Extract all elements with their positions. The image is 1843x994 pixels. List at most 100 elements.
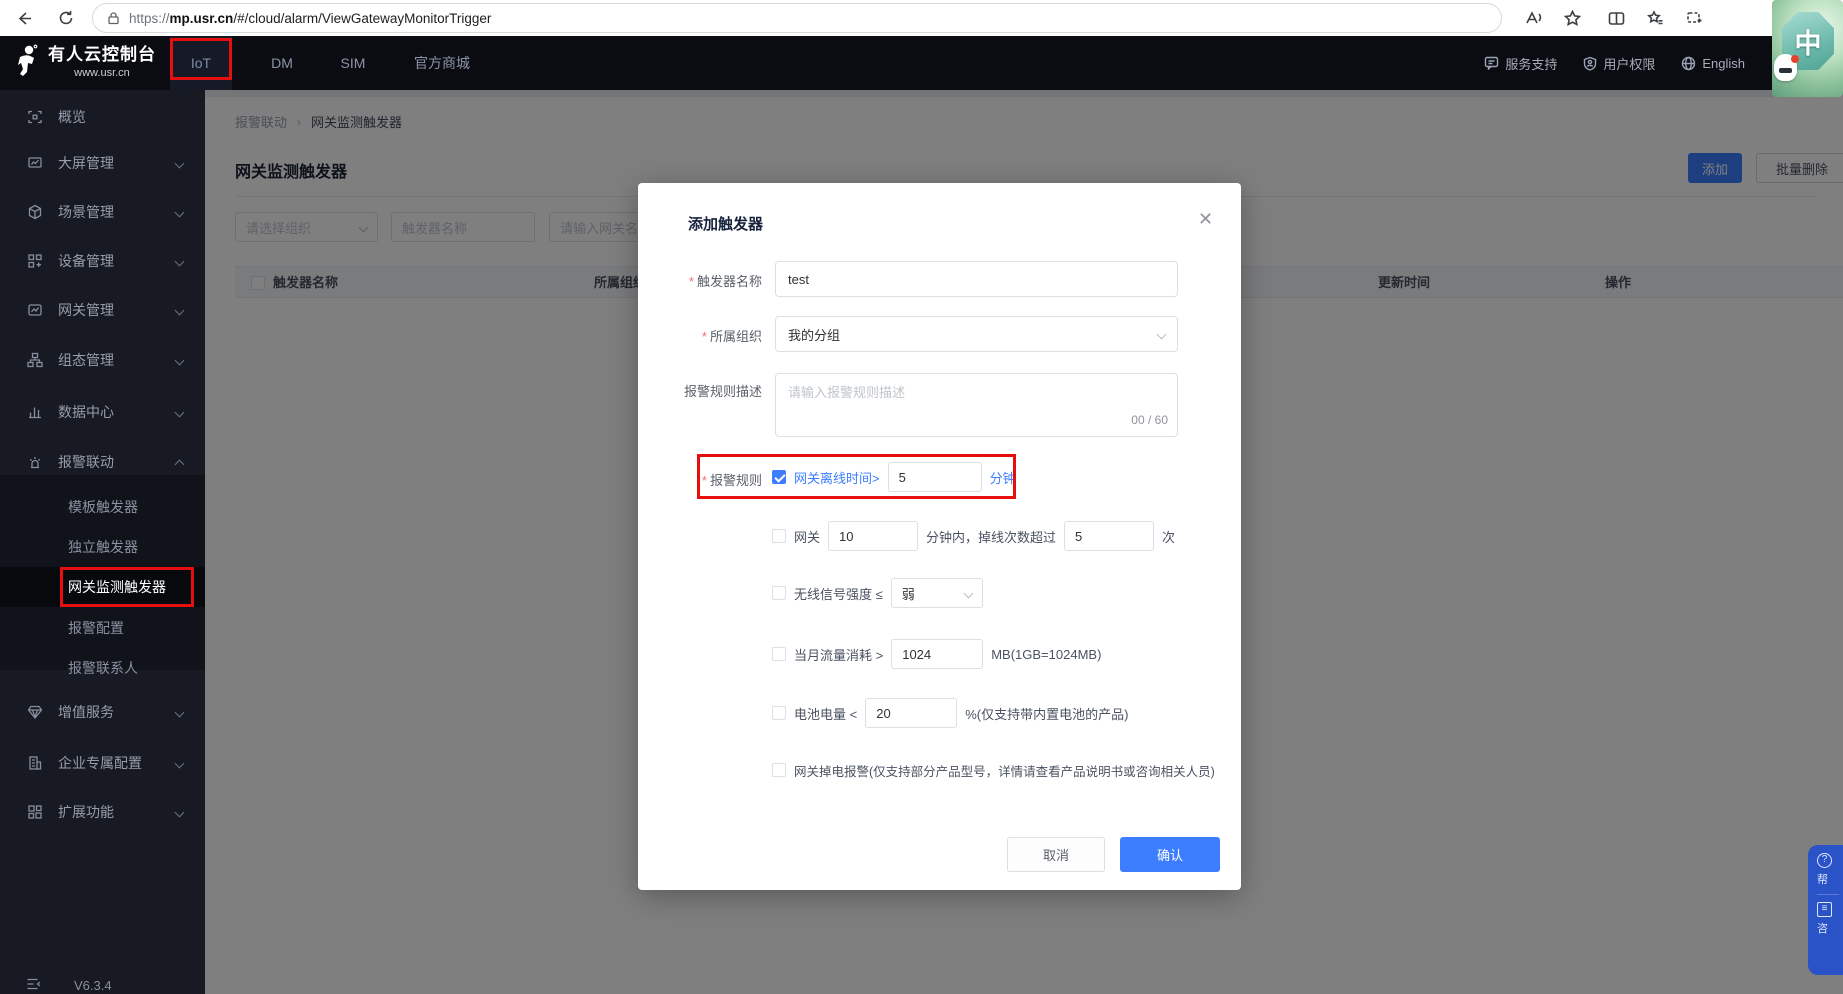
building-icon bbox=[26, 755, 43, 772]
chevron-down-icon bbox=[175, 305, 185, 315]
power-loss-checkbox[interactable] bbox=[772, 763, 786, 777]
rule-row-traffic: 当月流量消耗 > MB(1GB=1024MB) bbox=[772, 639, 1101, 669]
shield-icon bbox=[1583, 56, 1597, 71]
app-logo[interactable]: 有人云控制台 www.usr.cn bbox=[14, 43, 156, 81]
sidebar-item-overview[interactable]: 概览 bbox=[0, 97, 205, 137]
org-label: *所属组织 bbox=[638, 326, 762, 345]
chevron-down-icon bbox=[175, 355, 185, 365]
offline-time-checkbox[interactable] bbox=[772, 470, 786, 484]
chevron-down-icon bbox=[175, 158, 185, 168]
tab-iot[interactable]: IoT bbox=[170, 36, 232, 90]
consult-doc-icon: ≡ bbox=[1817, 902, 1832, 917]
tab-official-mall[interactable]: 官方商城 bbox=[404, 36, 480, 90]
big-screen-icon bbox=[26, 155, 43, 172]
signal-checkbox[interactable] bbox=[772, 586, 786, 600]
value-diamond-icon bbox=[26, 704, 43, 721]
sidebar-item-independent-trigger[interactable]: 独立触发器 bbox=[0, 527, 205, 567]
traffic-checkbox[interactable] bbox=[772, 647, 786, 661]
sidebar-item-config-mgmt[interactable]: 组态管理 bbox=[0, 340, 205, 380]
sidebar-item-enterprise-config[interactable]: 企业专属配置 bbox=[0, 743, 205, 783]
chevron-down-icon bbox=[175, 758, 185, 768]
collections-icon[interactable] bbox=[1642, 6, 1666, 30]
service-support-link[interactable]: 服务支持 bbox=[1484, 54, 1557, 73]
help-label: 帮 bbox=[1817, 871, 1828, 887]
sidebar-item-data-center[interactable]: 数据中心 bbox=[0, 392, 205, 432]
signal-level-select[interactable]: 弱 bbox=[891, 578, 983, 608]
trigger-name-label: *触发器名称 bbox=[638, 271, 762, 290]
tab-sim[interactable]: SIM bbox=[330, 36, 376, 90]
sidebar-item-screen-mgmt[interactable]: 大屏管理 bbox=[0, 143, 205, 183]
close-icon[interactable]: ✕ bbox=[1198, 209, 1213, 230]
sidebar-item-scene-mgmt[interactable]: 场景管理 bbox=[0, 192, 205, 232]
sidebar-item-gateway-mgmt[interactable]: 网关管理 bbox=[0, 290, 205, 330]
sidebar-item-device-mgmt[interactable]: 设备管理 bbox=[0, 241, 205, 281]
cancel-button[interactable]: 取消 bbox=[1007, 837, 1105, 872]
overview-icon bbox=[26, 109, 43, 126]
rule-row-dropline-count: 网关 分钟内，掉线次数超过 次 bbox=[772, 521, 1175, 551]
sidebar-item-value-service[interactable]: 增值服务 bbox=[0, 692, 205, 732]
split-screen-icon[interactable] bbox=[1604, 6, 1628, 30]
sidebar-item-extend-functions[interactable]: 扩展功能 bbox=[0, 792, 205, 832]
rule-row-offline-time: 网关离线时间> 分钟 bbox=[772, 462, 1016, 492]
chevron-down-icon bbox=[963, 588, 973, 598]
screen: https://mp.usr.cn/#/cloud/alarm/ViewGate… bbox=[0, 0, 1843, 994]
version-label: V6.3.4 bbox=[74, 978, 112, 993]
battery-percent-input[interactable] bbox=[865, 698, 957, 728]
sidebar-item-alarm-config[interactable]: 报警配置 bbox=[0, 608, 205, 648]
usr-person-icon bbox=[14, 43, 40, 81]
scene-cube-icon bbox=[26, 204, 43, 221]
globe-icon bbox=[1681, 56, 1696, 71]
chevron-down-icon bbox=[175, 707, 185, 717]
battery-checkbox[interactable] bbox=[772, 706, 786, 720]
confirm-button[interactable]: 确认 bbox=[1120, 837, 1220, 872]
read-aloud-icon[interactable] bbox=[1522, 6, 1546, 30]
sidebar-item-gateway-monitor-trigger[interactable]: 网关监测触发器 bbox=[0, 567, 205, 607]
logo-title: 有人云控制台 bbox=[48, 43, 156, 67]
language-switch[interactable]: English bbox=[1681, 56, 1745, 71]
add-trigger-modal: 添加触发器 ✕ *触发器名称 *所属组织 我的分组 报警规则描述 00 / 60… bbox=[638, 183, 1241, 890]
screenshot-icon[interactable] bbox=[1682, 6, 1706, 30]
offline-minutes-input[interactable] bbox=[888, 462, 982, 492]
tab-dm[interactable]: DM bbox=[262, 36, 302, 90]
site-lock-icon bbox=[107, 11, 120, 25]
chevron-down-icon bbox=[175, 256, 185, 266]
favorite-star-icon[interactable] bbox=[1560, 6, 1584, 30]
alarm-submenu: 模板触发器 独立触发器 网关监测触发器 报警配置 报警联系人 bbox=[0, 475, 205, 670]
trigger-name-input[interactable] bbox=[775, 261, 1178, 297]
dropline-minutes-input[interactable] bbox=[828, 521, 918, 551]
consult-label: 咨 bbox=[1817, 920, 1828, 936]
sidebar-item-template-trigger[interactable]: 模板触发器 bbox=[0, 487, 205, 527]
browser-back-icon[interactable] bbox=[12, 6, 36, 30]
promo-character-overlay[interactable]: 中 bbox=[1772, 0, 1843, 97]
collapse-menu-icon[interactable] bbox=[26, 977, 42, 994]
browser-toolbar: https://mp.usr.cn/#/cloud/alarm/ViewGate… bbox=[0, 0, 1843, 36]
rule-desc-textarea[interactable] bbox=[775, 373, 1178, 437]
top-navbar: 有人云控制台 www.usr.cn IoT DM SIM 官方商城 服务支持 用… bbox=[0, 36, 1843, 90]
char-counter: 00 / 60 bbox=[1088, 413, 1168, 427]
device-icon bbox=[26, 253, 43, 270]
topology-icon bbox=[26, 352, 43, 369]
sidebar-item-alarm-contact[interactable]: 报警联系人 bbox=[0, 648, 205, 688]
browser-refresh-icon[interactable] bbox=[54, 6, 78, 30]
chevron-down-icon bbox=[175, 407, 185, 417]
dropline-checkbox[interactable] bbox=[772, 529, 786, 543]
modal-title: 添加触发器 bbox=[688, 213, 763, 234]
chevron-up-icon bbox=[175, 459, 185, 469]
org-select[interactable]: 我的分组 bbox=[775, 316, 1178, 352]
help-circle-icon: ? bbox=[1817, 853, 1832, 868]
alarm-beacon-icon bbox=[26, 454, 43, 471]
grid-icon bbox=[26, 804, 43, 821]
rule-desc-label: 报警规则描述 bbox=[638, 381, 762, 400]
url-text: https://mp.usr.cn/#/cloud/alarm/ViewGate… bbox=[129, 11, 491, 26]
dropline-count-input[interactable] bbox=[1064, 521, 1154, 551]
browser-address-bar[interactable]: https://mp.usr.cn/#/cloud/alarm/ViewGate… bbox=[92, 3, 1502, 33]
sidebar: 概览 大屏管理 场景管理 设备管理 网关管理 组态管理 bbox=[0, 90, 205, 994]
gateway-icon bbox=[26, 302, 43, 319]
user-permission-link[interactable]: 用户权限 bbox=[1583, 54, 1655, 73]
rule-row-battery: 电池电量 < %(仅支持带内置电池的产品) bbox=[772, 698, 1128, 728]
traffic-mb-input[interactable] bbox=[891, 639, 983, 669]
bar-chart-icon bbox=[26, 404, 43, 421]
alarm-rules-label: *报警规则 bbox=[638, 470, 762, 489]
sidebar-footer: V6.3.4 bbox=[0, 965, 205, 994]
floating-help-widget[interactable]: ? 帮 ≡ 咨 bbox=[1808, 845, 1843, 975]
